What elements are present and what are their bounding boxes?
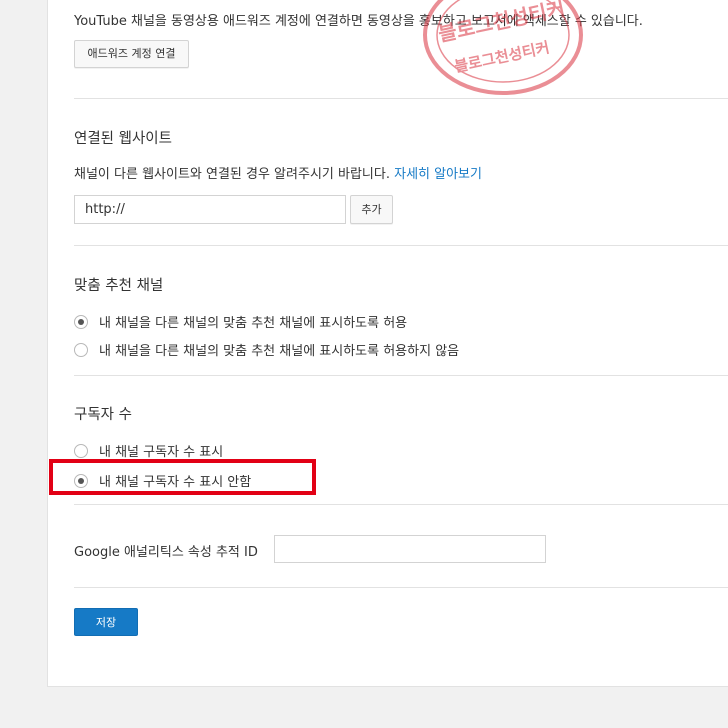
adwords-description: YouTube 채널을 동영상용 애드워즈 계정에 연결하면 동영상을 홍보하고… (74, 14, 643, 29)
divider (74, 587, 728, 588)
show-subscriber-radio[interactable] (74, 443, 88, 458)
website-url-value: http:// (85, 202, 125, 217)
website-description-text: 채널이 다른 웹사이트와 연결된 경우 알려주시기 바랍니다. (74, 167, 395, 182)
show-subscriber-label: 내 채널 구독자 수 표시 (99, 445, 224, 460)
adwords-link-button[interactable]: 애드워즈 계정 연결 (74, 40, 189, 68)
divider (74, 375, 728, 376)
save-button[interactable]: 저장 (74, 608, 138, 636)
featured-disallow-radio[interactable] (74, 342, 88, 357)
subscriber-count-title: 구독자 수 (74, 407, 132, 423)
website-section-title: 연결된 웹사이트 (74, 131, 172, 147)
divider (74, 245, 728, 246)
featured-disallow-option[interactable]: 내 채널을 다른 채널의 맞춤 추천 채널에 표시하도록 허용하지 않음 (74, 340, 459, 359)
featured-allow-radio[interactable] (74, 314, 88, 329)
analytics-tracking-id-input[interactable] (274, 535, 546, 563)
featured-disallow-label: 내 채널을 다른 채널의 맞춤 추천 채널에 표시하도록 허용하지 않음 (99, 344, 460, 359)
show-subscriber-option[interactable]: 내 채널 구독자 수 표시 (74, 441, 223, 460)
highlight-box (49, 459, 316, 495)
featured-channels-title: 맞춤 추천 채널 (74, 278, 164, 294)
featured-allow-option[interactable]: 내 채널을 다른 채널의 맞춤 추천 채널에 표시하도록 허용 (74, 312, 407, 331)
save-button-label: 저장 (95, 616, 117, 629)
divider (74, 504, 728, 505)
add-website-button[interactable]: 추가 (350, 195, 393, 224)
website-description: 채널이 다른 웹사이트와 연결된 경우 알려주시기 바랍니다. 자세히 알아보기 (74, 163, 728, 182)
settings-panel: YouTube 채널을 동영상용 애드워즈 계정에 연결하면 동영상을 홍보하고… (47, 0, 728, 687)
divider (74, 98, 728, 99)
learn-more-link[interactable]: 자세히 알아보기 (394, 167, 482, 182)
website-url-input[interactable]: http:// (74, 195, 346, 224)
featured-allow-label: 내 채널을 다른 채널의 맞춤 추천 채널에 표시하도록 허용 (99, 316, 408, 331)
